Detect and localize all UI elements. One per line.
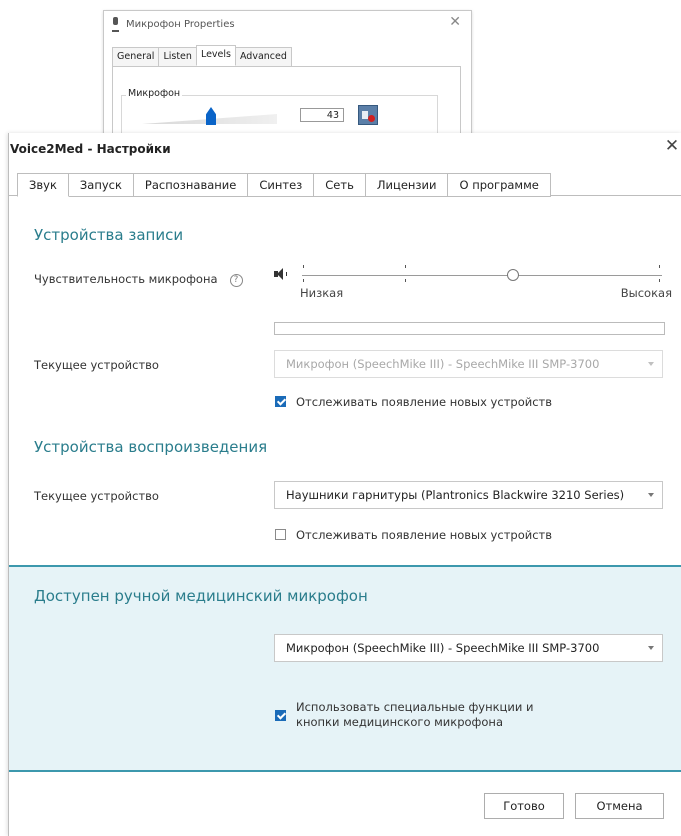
medical-use-special-line2: кнопки медицинского микрофона (296, 715, 503, 729)
playback-device-label: Текущее устройство (34, 489, 159, 503)
mute-speaker-icon[interactable] (358, 105, 378, 125)
close-icon[interactable]: ✕ (662, 136, 681, 158)
playback-device-value: Наушники гарнитуры (Plantronics Blackwir… (286, 488, 625, 502)
tab-network[interactable]: Сеть (313, 173, 366, 197)
slider-high-label: Высокая (620, 286, 672, 300)
dialog-title: Voice2Med - Настройки (10, 142, 171, 156)
medical-use-special-label: Использовать специальные функции и кнопк… (296, 700, 533, 730)
slider-tick (405, 279, 406, 282)
properties-tabs: General Listen Levels Advanced (112, 45, 292, 68)
tab-about[interactable]: О программе (447, 173, 551, 197)
input-level-meter (274, 322, 665, 335)
recording-track-new-label: Отслеживать появление новых устройств (296, 395, 552, 409)
volume-slider-thumb[interactable] (206, 107, 216, 125)
playback-track-new-label: Отслеживать появление новых устройств (296, 528, 552, 542)
checkbox-checked-icon[interactable] (275, 396, 286, 407)
medical-use-special-line1: Использовать специальные функции и (296, 700, 534, 714)
tab-bar: Звук Запуск Распознавание Синтез Сеть Ли… (17, 173, 551, 197)
properties-close-icon[interactable]: ✕ (449, 14, 461, 30)
recording-track-new-checkbox[interactable]: Отслеживать появление новых устройств (275, 395, 552, 409)
recording-section-title: Устройства записи (34, 226, 184, 244)
sensitivity-label: Чувствительность микрофона? (34, 272, 243, 287)
slider-tick (303, 279, 304, 282)
medical-device-select[interactable]: Микрофон (SpeechMike III) - SpeechMike I… (274, 634, 663, 662)
microphone-icon (112, 17, 120, 32)
checkbox-checked-icon[interactable] (275, 710, 286, 721)
tab-sound[interactable]: Звук (17, 173, 69, 197)
recording-device-select[interactable]: Микрофон (SpeechMike III) - SpeechMike I… (274, 350, 663, 378)
recording-device-value: Микрофон (SpeechMike III) - SpeechMike I… (286, 357, 600, 371)
help-icon[interactable]: ? (229, 274, 243, 287)
properties-title: Микрофон Properties (126, 18, 235, 30)
tab-recognition[interactable]: Распознавание (132, 173, 249, 197)
properties-tab-general[interactable]: General (112, 47, 160, 68)
checkbox-unchecked-icon[interactable] (275, 529, 286, 540)
properties-levels-panel: Микрофон 43 (112, 66, 461, 142)
tab-startup[interactable]: Запуск (67, 173, 134, 197)
microphone-properties-window: Микрофон Properties ✕ General Listen Lev… (103, 10, 472, 142)
chevron-down-icon (648, 493, 654, 497)
speaker-icon (274, 268, 288, 280)
properties-title-bar: Микрофон Properties (112, 17, 235, 32)
chevron-down-icon (648, 646, 654, 650)
sensitivity-slider-track[interactable] (302, 275, 662, 276)
chevron-down-icon (648, 362, 654, 366)
playback-device-select[interactable]: Наушники гарнитуры (Plantronics Blackwir… (274, 481, 663, 509)
slider-tick (405, 265, 406, 268)
slider-tick (659, 265, 660, 268)
recording-device-label: Текущее устройство (34, 358, 159, 372)
sensitivity-label-text: Чувствительность микрофона (34, 272, 218, 286)
volume-level-field[interactable]: 43 (300, 108, 344, 122)
ok-button[interactable]: Готово (484, 793, 564, 819)
playback-section-title: Устройства воспроизведения (34, 438, 268, 456)
medical-device-value: Микрофон (SpeechMike III) - SpeechMike I… (286, 641, 600, 655)
settings-dialog: Voice2Med - Настройки ✕ Звук Запуск Расп… (8, 133, 681, 836)
medical-section-title: Доступен ручной медицинский микрофон (34, 587, 368, 605)
slider-tick (303, 265, 304, 268)
slider-low-label: Низкая (300, 286, 344, 300)
slider-tick (659, 279, 660, 282)
sensitivity-slider-thumb[interactable] (507, 269, 519, 281)
cancel-button[interactable]: Отмена (575, 793, 664, 819)
properties-tab-advanced[interactable]: Advanced (234, 47, 292, 68)
tab-licenses[interactable]: Лицензии (364, 173, 449, 197)
playback-track-new-checkbox[interactable]: Отслеживать появление новых устройств (275, 528, 552, 542)
medical-use-special-checkbox[interactable]: Использовать специальные функции и кнопк… (275, 700, 533, 730)
tab-synthesis[interactable]: Синтез (247, 173, 315, 197)
properties-tab-listen[interactable]: Listen (158, 47, 197, 68)
microphone-group-label: Микрофон (126, 88, 183, 99)
properties-tab-levels[interactable]: Levels (195, 45, 236, 66)
medical-microphone-panel: Доступен ручной медицинский микрофон Мик… (9, 565, 681, 772)
